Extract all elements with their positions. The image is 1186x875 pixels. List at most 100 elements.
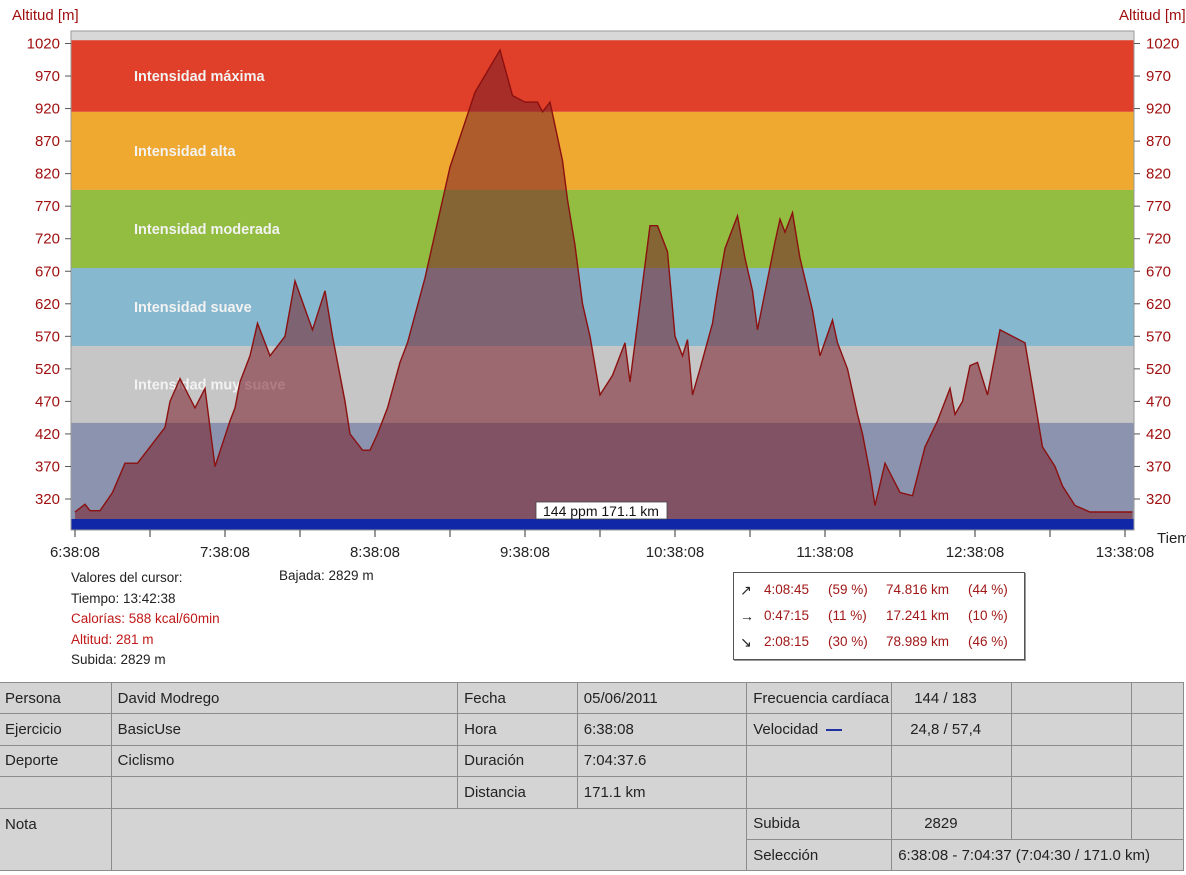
deporte-value: Ciclismo: [110, 744, 459, 778]
stats-dist: 74.816 km: [886, 582, 950, 597]
empty-cell: [1131, 744, 1184, 778]
y-tick-label: 970: [35, 68, 60, 85]
y-tick-label-right: 870: [1146, 133, 1171, 150]
speed-label: Velocidad: [746, 713, 893, 746]
y-tick-label-right: 420: [1146, 426, 1171, 443]
y-tick-label-right: 670: [1146, 263, 1171, 280]
distancia-label: Distancia: [457, 776, 578, 809]
fecha-label: Fecha: [457, 681, 578, 715]
empty-cell: [1131, 713, 1184, 746]
speed-value: 24,8 / 57,4: [891, 713, 1013, 746]
empty-cell: [1131, 681, 1184, 715]
y-tick-label: 370: [35, 458, 60, 475]
y-tick-label-right: 620: [1146, 296, 1171, 313]
x-tick-label: 13:38:08: [1096, 544, 1154, 561]
table-row: Distancia 171.1 km: [0, 776, 1184, 809]
y-tick-label-right: 820: [1146, 166, 1171, 183]
empty-cell: [110, 776, 459, 809]
hora-value: 6:38:08: [576, 713, 748, 746]
table-row: Nota Subida 2829: [0, 807, 1184, 840]
stats-time: 2:08:15: [764, 634, 810, 649]
nota-label: Nota: [0, 807, 112, 840]
y-tick-label: 770: [35, 198, 60, 215]
stats-dist-pct: (10 %): [968, 608, 1008, 623]
cursor-values-title: Valores del cursor:: [71, 570, 183, 585]
persona-value: David Modrego: [110, 681, 459, 715]
intensity-zone-label: Intensidad moderada: [134, 222, 281, 238]
stats-time-pct: (30 %): [828, 634, 868, 649]
cursor-calories: Calorías: 588 kcal/60min: [71, 611, 220, 626]
stats-dist-pct: (44 %): [968, 582, 1008, 597]
y-tick-label: 920: [35, 101, 60, 118]
y-axis-title-left: Altitud [m]: [12, 7, 79, 24]
empty-cell: [891, 744, 1013, 778]
x-tick-label: 7:38:08: [200, 544, 250, 561]
empty-cell: [1131, 807, 1184, 840]
subida-value: 2829: [891, 807, 1013, 840]
duracion-value: 7:04:37.6: [576, 744, 748, 778]
cursor-altitude: Altitud: 281 m: [71, 631, 154, 647]
y-tick-label: 320: [35, 491, 60, 508]
nota-label-cont: [0, 839, 112, 872]
y-tick-label-right: 520: [1146, 361, 1171, 378]
hora-label: Hora: [457, 713, 578, 746]
subida-label: Subida: [746, 807, 893, 840]
stats-time: 4:08:45: [764, 582, 810, 597]
y-tick-label-right: 920: [1146, 101, 1171, 118]
table-row: Deporte Ciclismo Duración 7:04:37.6: [0, 744, 1184, 778]
table-row: Ejercicio BasicUse Hora 6:38:08 Velocida…: [0, 713, 1184, 746]
distancia-value: 171.1 km: [576, 776, 748, 809]
y-tick-label-right: 470: [1146, 393, 1171, 410]
y-tick-label-right: 970: [1146, 68, 1171, 85]
y-tick-label-right: 720: [1146, 231, 1171, 248]
y-tick-label: 870: [35, 133, 60, 150]
altitude-chart: Intensidad máxima Intensidad alta Intensid…: [12, 7, 1186, 561]
heart-rate-label: Frecuencia cardíaca: [746, 681, 893, 715]
stats-row-uphill: ↗ 4:08:45 (59 %) 74.816 km (44 %): [734, 582, 1024, 606]
persona-label: Persona: [0, 681, 112, 715]
y-tick-label-right: 370: [1146, 458, 1171, 475]
empty-cell: [1011, 681, 1132, 715]
empty-cell: [746, 776, 893, 809]
exercise-info-table: Persona David Modrego Fecha 05/06/2011 F…: [0, 681, 1184, 872]
cursor-values-panel: Valores del cursor: Tiempo: 13:42:38 Cal…: [71, 568, 220, 671]
x-tick-label: 9:38:08: [500, 544, 550, 561]
flat-arrow-icon: →: [740, 608, 754, 624]
stats-time-pct: (59 %): [828, 582, 868, 597]
cursor-descent: Bajada: 2829 m: [279, 568, 374, 583]
nota-value-cont: [110, 839, 748, 872]
empty-cell: [1131, 776, 1184, 809]
duracion-label: Duración: [457, 744, 578, 778]
speed-legend-line-icon: [826, 729, 843, 732]
ejercicio-label: Ejercicio: [0, 713, 112, 746]
x-tick-label: 8:38:08: [350, 544, 400, 561]
empty-cell: [0, 776, 112, 809]
empty-cell: [1011, 744, 1132, 778]
deporte-label: Deporte: [0, 744, 112, 778]
cursor-range-band: [71, 519, 1134, 530]
x-axis-title: Tiempo: [1157, 530, 1186, 547]
seleccion-label: Selección: [746, 838, 893, 872]
x-tick-label: 12:38:08: [946, 544, 1004, 561]
y-tick-label: 570: [35, 328, 60, 345]
stats-time-pct: (11 %): [828, 608, 867, 623]
stats-row-flat: → 0:47:15 (11 %) 17.241 km (10 %): [734, 608, 1024, 632]
seleccion-value: 6:38:08 - 7:04:37 (7:04:30 / 171.0 km): [891, 838, 1184, 872]
stats-dist: 17.241 km: [886, 608, 950, 623]
y-tick-label: 470: [35, 393, 60, 410]
slope-stats-box: ↗ 4:08:45 (59 %) 74.816 km (44 %) → 0:47…: [733, 572, 1025, 660]
y-tick-label: 720: [35, 231, 60, 248]
y-tick-label: 1020: [27, 36, 60, 53]
stats-row-downhill: ↘ 2:08:15 (30 %) 78.989 km (46 %): [734, 634, 1024, 658]
empty-cell: [746, 744, 893, 778]
table-row: Persona David Modrego Fecha 05/06/2011 F…: [0, 681, 1184, 715]
table-row: Selección 6:38:08 - 7:04:37 (7:04:30 / 1…: [0, 838, 1184, 872]
empty-cell: [1011, 713, 1132, 746]
y-tick-label: 670: [35, 263, 60, 280]
cursor-climb: Subida: 2829 m: [71, 652, 166, 667]
fecha-value: 05/06/2011: [576, 681, 748, 715]
ejercicio-value: BasicUse: [110, 713, 459, 746]
y-tick-label: 520: [35, 361, 60, 378]
y-tick-label: 820: [35, 166, 60, 183]
empty-cell: [891, 776, 1013, 809]
